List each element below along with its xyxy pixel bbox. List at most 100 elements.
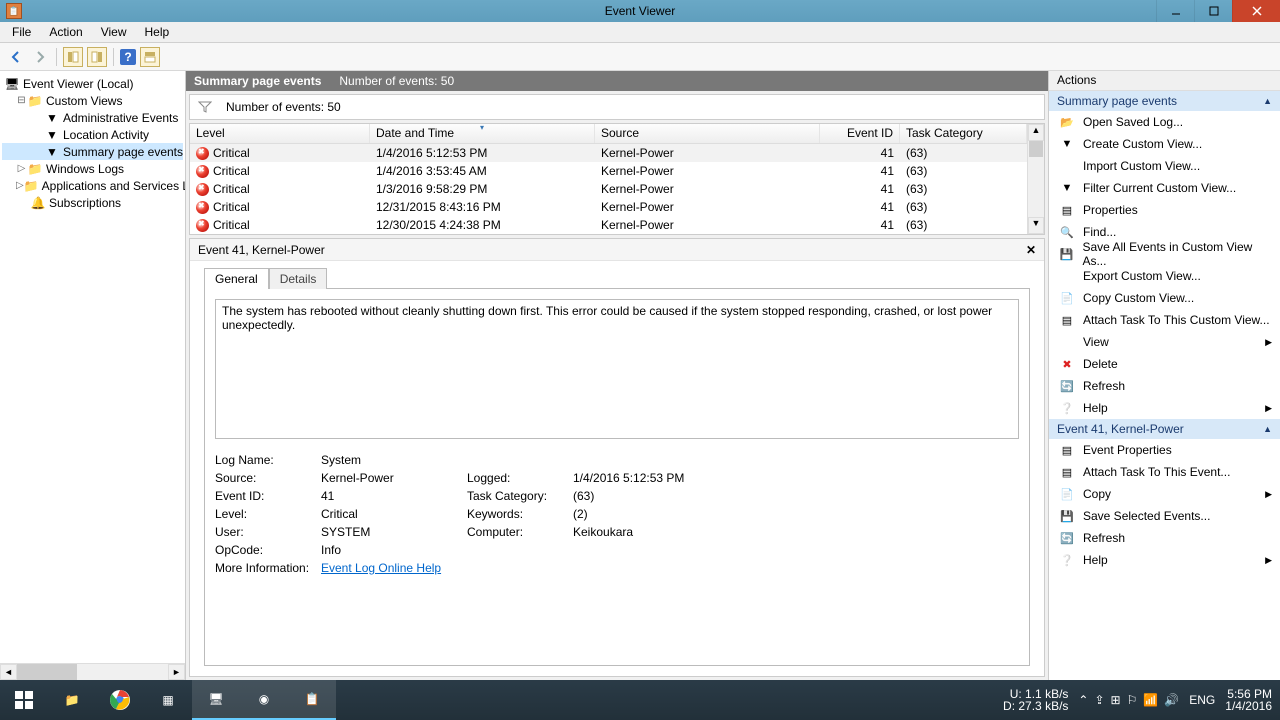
minimize-button[interactable] [1156,0,1194,22]
tray-icons[interactable]: ⌃ ⇪ ⊞ ⚐ 📶 🔊 [1078,693,1179,707]
action-item[interactable]: 💾Save Selected Events... [1049,505,1280,527]
table-row[interactable]: Critical1/4/2016 3:53:45 AMKernel-Power4… [190,162,1027,180]
tree-app-services-logs[interactable]: ▷📁Applications and Services Lo [2,177,183,194]
action-item[interactable]: 🔄Refresh [1049,375,1280,397]
event-log-help-link[interactable]: Event Log Online Help [321,561,461,575]
tree-windows-logs[interactable]: ▷📁Windows Logs [2,160,183,177]
action-icon [1059,268,1075,284]
scroll-thumb[interactable] [1029,141,1043,157]
action-item[interactable]: 🔄Refresh [1049,527,1280,549]
taskbar-app-3[interactable]: ◉ [240,680,288,720]
action-label: Refresh [1083,531,1125,545]
tree-root[interactable]: 🖥Event Viewer (Local) [2,75,183,92]
actions-pane: Actions Summary page events▲ 📂Open Saved… [1048,71,1280,680]
maximize-button[interactable] [1194,0,1232,22]
tree-location-activity[interactable]: ▼Location Activity [2,126,183,143]
taskbar-explorer[interactable]: 📁 [48,680,96,720]
tab-general[interactable]: General [204,268,269,289]
tab-details[interactable]: Details [269,268,328,289]
menu-help[interactable]: Help [137,23,178,41]
table-row[interactable]: Critical12/31/2015 8:43:16 PMKernel-Powe… [190,198,1027,216]
col-level[interactable]: Level [190,124,370,143]
action-icon: 🔍 [1059,224,1075,240]
menu-file[interactable]: File [4,23,39,41]
actions-group-summary[interactable]: Summary page events▲ [1049,91,1280,111]
preview-button[interactable] [140,47,160,67]
col-eventid[interactable]: Event ID [820,124,900,143]
show-actions-button[interactable] [87,47,107,67]
action-item[interactable]: View▶ [1049,331,1280,353]
action-item[interactable]: ▤Properties [1049,199,1280,221]
tree-scrollbar[interactable]: ◄ ► [0,663,185,680]
actions-group-label: Event 41, Kernel-Power [1057,422,1184,436]
close-detail-button[interactable]: ✕ [1026,243,1036,257]
action-label: Filter Current Custom View... [1083,181,1236,195]
taskbar-clock[interactable]: 5:56 PM 1/4/2016 [1225,688,1272,712]
action-item[interactable]: Export Custom View... [1049,265,1280,287]
action-center-icon[interactable]: ⚐ [1127,693,1138,707]
expand-icon[interactable]: ▷ [16,163,27,174]
taskbar-event-viewer[interactable]: 📋 [288,680,336,720]
scroll-thumb[interactable] [17,664,77,680]
col-date[interactable]: Date and Time▾ [370,124,595,143]
cell-date: 1/3/2016 9:58:29 PM [370,181,595,197]
table-row[interactable]: Critical1/3/2016 9:58:29 PMKernel-Power4… [190,180,1027,198]
navigation-tree: 🖥Event Viewer (Local) ⊟📁Custom Views ▼Ad… [0,71,186,680]
taskbar-app-2[interactable]: 🖥 [192,680,240,720]
action-item[interactable]: 📄Copy▶ [1049,483,1280,505]
help-button[interactable]: ? [120,49,136,65]
tree-subscriptions[interactable]: 🔔Subscriptions [2,194,183,211]
taskbar-app-1[interactable]: ▦ [144,680,192,720]
tree-custom-views[interactable]: ⊟📁Custom Views [2,92,183,109]
action-item[interactable]: ▤Attach Task To This Event... [1049,461,1280,483]
windows-icon[interactable]: ⊞ [1111,693,1121,707]
network-icon[interactable]: 📶 [1143,693,1158,707]
collapse-icon[interactable]: ⊟ [16,95,27,106]
table-row[interactable]: Critical1/4/2016 5:12:53 PMKernel-Power4… [190,144,1027,162]
action-item[interactable]: ❔Help▶ [1049,549,1280,571]
col-taskcategory[interactable]: Task Category [900,124,1027,143]
start-button[interactable] [0,680,48,720]
filter-count: Number of events: 50 [226,100,341,114]
forward-button[interactable] [30,47,50,67]
table-row[interactable]: Critical12/30/2015 4:24:38 PMKernel-Powe… [190,216,1027,234]
actions-group-event[interactable]: Event 41, Kernel-Power▲ [1049,419,1280,439]
action-item[interactable]: ▤Event Properties [1049,439,1280,461]
action-icon: ✖ [1059,356,1075,372]
cell-task: (63) [900,181,1027,197]
close-button[interactable] [1232,0,1280,22]
expand-icon[interactable]: ▷ [16,180,24,191]
scroll-up-icon[interactable]: ▲ [1028,124,1044,141]
error-icon [196,147,209,160]
action-item[interactable]: 📄Copy Custom View... [1049,287,1280,309]
action-item[interactable]: ❔Help▶ [1049,397,1280,419]
tree-label: Windows Logs [46,162,124,176]
volume-icon[interactable]: 🔊 [1164,693,1179,707]
show-tree-button[interactable] [63,47,83,67]
event-count: Number of events: 50 [339,74,454,88]
col-source[interactable]: Source [595,124,820,143]
scroll-left-icon[interactable]: ◄ [0,664,17,680]
menu-action[interactable]: Action [41,23,90,41]
action-label: Help [1083,401,1108,415]
action-item[interactable]: 💾Save All Events in Custom View As... [1049,243,1280,265]
label-level: Level: [215,507,315,521]
tree-admin-events[interactable]: ▼Administrative Events [2,109,183,126]
taskbar-chrome[interactable] [96,680,144,720]
action-item[interactable]: 📂Open Saved Log... [1049,111,1280,133]
action-item[interactable]: ▤Attach Task To This Custom View... [1049,309,1280,331]
usb-icon[interactable]: ⇪ [1094,693,1104,707]
grid-scrollbar[interactable]: ▲ ▼ [1027,124,1044,234]
chevron-up-icon[interactable]: ⌃ [1078,693,1088,707]
tree-summary-page-events[interactable]: ▼Summary page events [2,143,183,160]
action-item[interactable]: ✖Delete [1049,353,1280,375]
back-button[interactable] [6,47,26,67]
language-indicator[interactable]: ENG [1189,693,1215,707]
menu-view[interactable]: View [93,23,135,41]
action-item[interactable]: Import Custom View... [1049,155,1280,177]
network-meter[interactable]: U: 1.1 kB/s D: 27.3 kB/s [1003,688,1068,712]
action-item[interactable]: ▼Create Custom View... [1049,133,1280,155]
action-item[interactable]: ▼Filter Current Custom View... [1049,177,1280,199]
scroll-down-icon[interactable]: ▼ [1028,217,1044,234]
scroll-right-icon[interactable]: ► [168,664,185,680]
